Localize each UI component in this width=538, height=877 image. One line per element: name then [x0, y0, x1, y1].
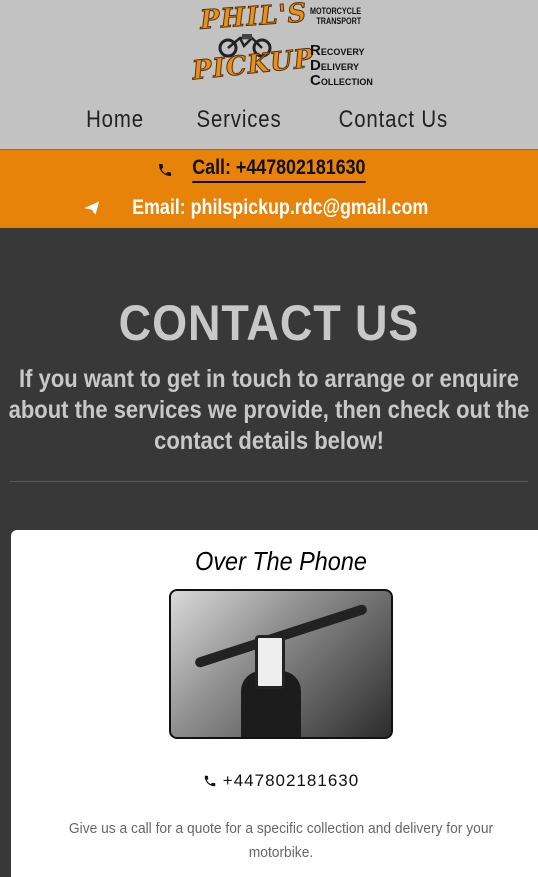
call-label[interactable]: Call: +447802181630	[192, 156, 366, 183]
logo-text-pickup: PICKUP	[190, 43, 316, 87]
contact-bar: Call: +447802181630 Email: philspickup.r…	[0, 149, 538, 228]
call-link[interactable]: Call: +447802181630	[0, 156, 538, 183]
logo-tag-transport: TRANSPORT	[316, 16, 362, 26]
nav-home[interactable]: Home	[86, 106, 144, 134]
logo-rdc-collection: COLLECTION	[310, 72, 373, 89]
email-label[interactable]: Email: philspickup.rdc@gmail.com	[132, 196, 428, 220]
phone-photo	[169, 589, 393, 739]
site-header: PHIL'S PICKUP MOTORCYCLE TRANSPORT RECOV…	[0, 0, 538, 149]
email-link[interactable]: Email: philspickup.rdc@gmail.com	[0, 196, 538, 220]
nav-contact-us[interactable]: Contact Us	[338, 106, 447, 134]
site-logo[interactable]: PHIL'S PICKUP MOTORCYCLE TRANSPORT RECOV…	[190, 0, 373, 94]
main-nav: Home Services Contact Us	[0, 106, 538, 134]
paper-plane-icon	[84, 201, 99, 215]
card-phone-link[interactable]: +447802181630	[11, 771, 538, 791]
logo-tag-motorcycle: MOTORCYCLE	[310, 6, 362, 16]
card-title: Over The Phone	[195, 546, 367, 576]
phone-icon	[159, 163, 172, 176]
logo-rdc: RECOVERY DELIVERY COLLECTION	[310, 42, 374, 91]
divider	[10, 481, 528, 482]
card-text: Give us a call for a quote for a specifi…	[68, 820, 494, 861]
nav-services[interactable]: Services	[196, 106, 281, 134]
logo-tagline: MOTORCYCLE TRANSPORT RECOVERY DELIVERY C…	[310, 6, 374, 91]
page-title: CONTACT US	[118, 295, 420, 351]
phone-icon	[204, 775, 216, 787]
phone-card: Over The Phone +447802181630 Give us a c…	[11, 530, 538, 877]
contact-hero: CONTACT US If you want to get in touch t…	[0, 294, 538, 482]
phone-shape	[255, 635, 285, 689]
hero-text: If you want to get in touch to arrange o…	[8, 365, 530, 455]
card-phone-number[interactable]: +447802181630	[223, 771, 359, 791]
